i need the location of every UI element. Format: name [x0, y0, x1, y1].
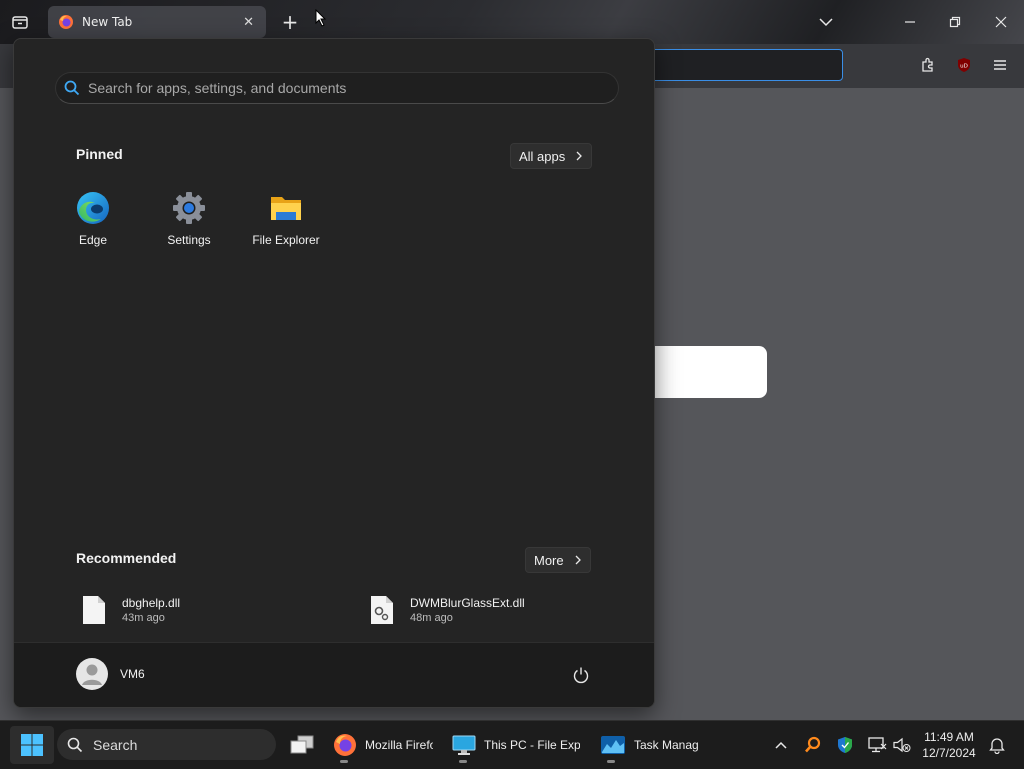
app-label: Settings — [167, 233, 211, 247]
power-icon[interactable] — [570, 664, 592, 686]
gear-icon — [172, 191, 206, 225]
more-label: More — [534, 552, 564, 568]
avatar-icon — [76, 658, 108, 690]
recommended-item[interactable]: DWMBlurGlassExt.dll 48m ago — [370, 595, 525, 625]
tab-title: New Tab — [82, 15, 133, 29]
recommended-name: dbghelp.dll — [122, 596, 181, 610]
chevron-right-icon — [574, 555, 582, 565]
pinned-app-file-explorer[interactable]: File Explorer — [241, 191, 331, 247]
chevron-right-icon — [575, 151, 583, 161]
clock-time: 11:49 AM — [924, 730, 974, 744]
file-icon — [82, 595, 106, 625]
mouse-cursor-icon — [314, 8, 328, 28]
dll-file-icon — [370, 595, 394, 625]
taskbar-search-label: Search — [93, 736, 138, 753]
start-search-input[interactable] — [86, 79, 590, 97]
firefox-icon — [58, 14, 74, 30]
start-footer: VM6 — [14, 642, 654, 707]
clock-date: 12/7/2024 — [922, 746, 976, 760]
minimize-icon[interactable] — [898, 10, 922, 34]
extensions-icon[interactable] — [917, 54, 939, 76]
user-profile-button[interactable]: VM6 — [76, 658, 145, 690]
recommended-title: Recommended — [76, 550, 177, 566]
pinned-title: Pinned — [76, 146, 123, 162]
tab-overview-icon[interactable] — [8, 10, 32, 34]
taskbar-app-file-explorer[interactable]: This PC - File Explorer — [450, 727, 582, 763]
browser-tab-new-tab[interactable]: New Tab ✕ — [48, 6, 266, 38]
firefox-icon — [333, 733, 357, 757]
all-apps-button[interactable]: All apps — [510, 143, 593, 169]
recommended-time: 43m ago — [122, 612, 165, 624]
windows-logo-icon — [20, 733, 44, 757]
taskbar-app-label: Mozilla Firefox — [365, 738, 433, 752]
restore-icon[interactable] — [943, 10, 967, 34]
show-hidden-icons-chevron-icon[interactable] — [771, 733, 791, 757]
pinned-app-edge[interactable]: Edge — [48, 191, 138, 247]
task-view-icon[interactable] — [286, 729, 318, 761]
close-window-icon[interactable] — [989, 10, 1013, 34]
recommended-name: DWMBlurGlassExt.dll — [410, 596, 525, 610]
taskbar-clock[interactable]: 11:49 AM 12/7/2024 — [914, 729, 984, 761]
search-icon — [67, 737, 83, 753]
taskbar: Search Mozilla Firefox This PC - File Ex… — [0, 720, 1024, 769]
taskbar-app-task-manager[interactable]: Task Manager — [598, 727, 698, 763]
taskbar-search[interactable]: Search — [57, 729, 276, 760]
volume-muted-icon[interactable] — [892, 733, 912, 757]
this-pc-icon — [452, 734, 476, 756]
edge-icon — [76, 191, 110, 225]
user-name: VM6 — [120, 667, 145, 681]
svg-text:uD: uD — [960, 64, 968, 70]
security-shield-icon[interactable] — [834, 733, 856, 757]
taskbar-app-label: This PC - File Explorer — [484, 738, 580, 752]
network-icon[interactable] — [866, 733, 888, 757]
recommended-item[interactable]: dbghelp.dll 43m ago — [82, 595, 180, 625]
all-apps-label: All apps — [519, 148, 566, 164]
tab-close-icon[interactable]: ✕ — [243, 15, 254, 30]
app-label: File Explorer — [252, 233, 320, 247]
address-bar[interactable] — [640, 49, 843, 81]
taskbar-app-firefox[interactable]: Mozilla Firefox — [331, 727, 437, 763]
folder-icon — [269, 191, 303, 225]
running-indicator — [340, 760, 348, 763]
more-button[interactable]: More — [525, 547, 591, 573]
start-menu: Pinned All apps Edge — [13, 38, 655, 708]
taskbar-app-label: Task Manager — [634, 738, 698, 752]
task-manager-icon — [600, 734, 626, 756]
start-button[interactable] — [10, 726, 54, 764]
notification-bell-icon[interactable] — [986, 733, 1008, 757]
running-indicator — [607, 760, 615, 763]
new-tab-button[interactable]: + — [278, 10, 302, 34]
recommended-time: 48m ago — [410, 612, 453, 624]
hamburger-menu-icon[interactable] — [989, 54, 1011, 76]
pinned-app-settings[interactable]: Settings — [144, 191, 234, 247]
running-indicator — [459, 760, 467, 763]
list-tabs-chevron-icon[interactable] — [814, 10, 838, 34]
ublock-icon[interactable]: uD — [953, 54, 975, 76]
start-search-box[interactable] — [55, 72, 619, 104]
search-tool-tray-icon[interactable] — [802, 733, 824, 757]
app-label: Edge — [78, 233, 108, 247]
newtab-search-box[interactable] — [640, 346, 767, 398]
search-icon — [64, 80, 80, 96]
